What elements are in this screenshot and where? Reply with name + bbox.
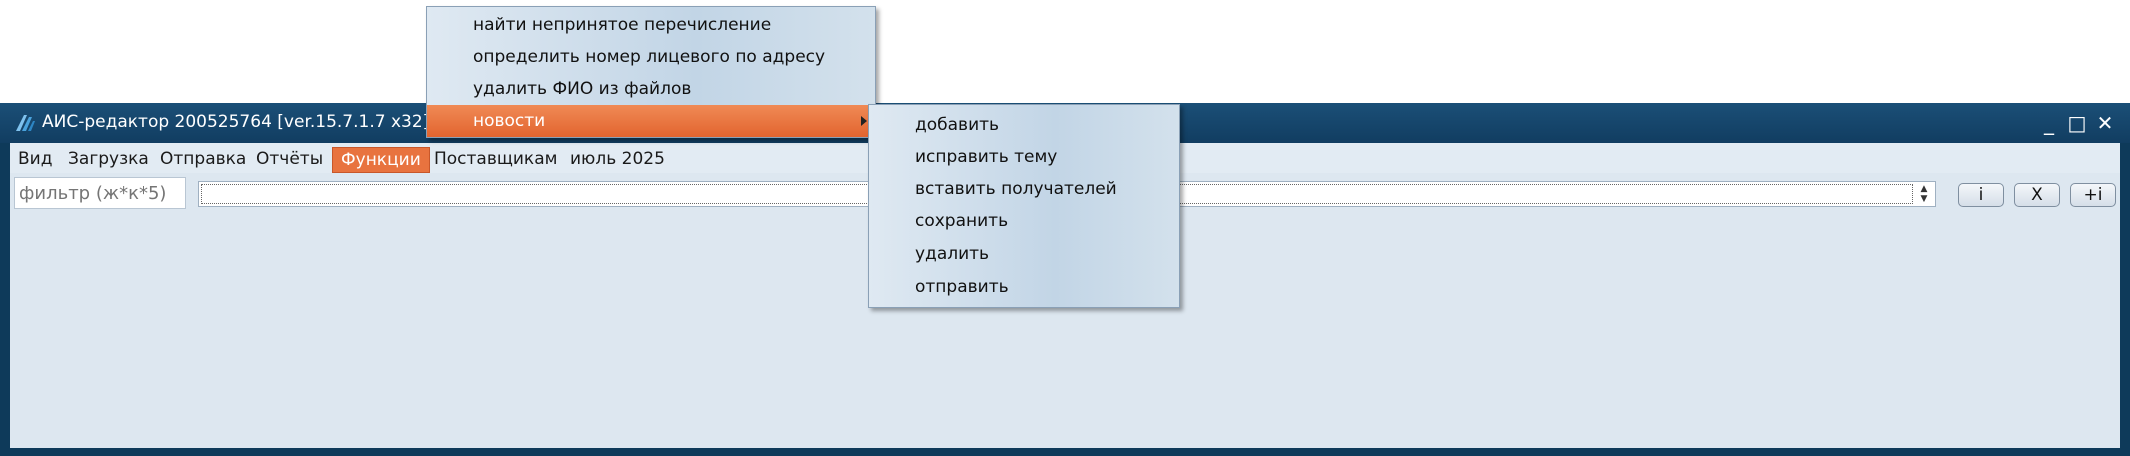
submenu-item-fix-subject[interactable]: исправить тему — [869, 141, 1179, 173]
submenu-item-label: сохранить — [915, 211, 1009, 231]
news-submenu: добавить исправить тему вставить получат… — [868, 104, 1180, 308]
submenu-item-add[interactable]: добавить — [869, 109, 1179, 141]
menu-item-remove-names[interactable]: удалить ФИО из файлов — [427, 73, 875, 105]
window-title: АИС-редактор 200525764 [ver.15.7.1.7 x32… — [42, 112, 480, 132]
menu-view[interactable]: Вид — [10, 147, 60, 173]
menu-send[interactable]: Отправка — [152, 147, 254, 173]
spin-arrows-icon[interactable]: ▲ ▼ — [1915, 184, 1933, 204]
menu-functions[interactable]: Функции — [332, 147, 430, 173]
submenu-arrow-icon — [861, 116, 867, 126]
menu-suppliers[interactable]: Поставщикам — [426, 147, 565, 173]
menu-item-label: новости — [473, 111, 546, 131]
close-button[interactable]: ✕ — [2092, 111, 2118, 135]
menu-item-label: удалить ФИО из файлов — [473, 79, 692, 99]
menu-item-news[interactable]: новости — [427, 105, 875, 137]
functions-menu: найти непринятое перечисление определить… — [426, 6, 876, 138]
minimize-button[interactable]: _ — [2036, 111, 2062, 135]
info-button[interactable]: i — [1958, 183, 2004, 207]
submenu-item-send[interactable]: отправить — [869, 271, 1179, 303]
clear-button[interactable]: X — [2014, 183, 2060, 207]
submenu-item-label: добавить — [915, 115, 1000, 135]
menu-item-label: определить номер лицевого по адресу — [473, 47, 826, 67]
menu-item-find-account[interactable]: определить номер лицевого по адресу — [427, 41, 875, 73]
menu-load[interactable]: Загрузка — [60, 147, 157, 173]
filter-input[interactable] — [14, 177, 186, 209]
submenu-item-label: исправить тему — [915, 147, 1058, 167]
submenu-item-delete[interactable]: удалить — [869, 238, 1179, 270]
maximize-button[interactable]: □ — [2064, 111, 2090, 135]
submenu-item-label: отправить — [915, 277, 1009, 297]
submenu-item-insert-recipients[interactable]: вставить получателей — [869, 173, 1179, 205]
app-logo-icon — [16, 115, 35, 131]
menu-period[interactable]: июль 2025 — [562, 147, 673, 173]
submenu-item-label: удалить — [915, 244, 990, 264]
submenu-item-label: вставить получателей — [915, 179, 1117, 199]
menu-item-label: найти непринятое перечисление — [473, 15, 772, 35]
menu-reports[interactable]: Отчёты — [248, 147, 331, 173]
add-info-button[interactable]: +i — [2070, 183, 2116, 207]
menu-item-find-unaccepted[interactable]: найти непринятое перечисление — [427, 9, 875, 41]
submenu-item-save[interactable]: сохранить — [869, 205, 1179, 237]
